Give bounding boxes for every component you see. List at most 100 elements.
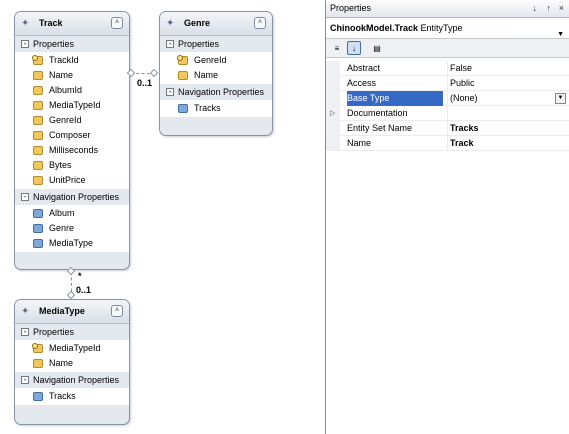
property-item[interactable]: Composer <box>15 128 129 143</box>
property-value[interactable]: False <box>447 61 569 76</box>
navigation-property-icon <box>33 392 43 401</box>
item-label: TrackId <box>49 55 79 65</box>
expand-icon[interactable]: ▷ <box>330 106 335 121</box>
item-label: Milliseconds <box>49 145 99 155</box>
chevron-down-icon[interactable]: ▼ <box>555 93 566 104</box>
mediatype-entity[interactable]: ✦ MediaType ˄ - Properties MediaTypeId Na… <box>14 299 130 425</box>
navigation-property-item[interactable]: Genre <box>15 221 129 236</box>
item-label: Tracks <box>49 391 76 401</box>
property-item[interactable]: MediaTypeId <box>15 98 129 113</box>
genre-entity[interactable]: ✦ Genre ˄ - Properties GenreId Name - Nav… <box>159 11 273 136</box>
mediatype-many-label: * <box>78 271 82 281</box>
key-property-icon <box>32 55 43 65</box>
navigation-property-item[interactable]: Tracks <box>15 389 129 404</box>
property-row[interactable]: Base Type (None) ▼ <box>326 91 569 106</box>
minus-icon[interactable]: - <box>21 193 29 201</box>
property-item[interactable]: TrackId <box>15 53 129 68</box>
property-row[interactable]: Name Track <box>326 136 569 151</box>
navigation-property-icon <box>33 224 43 233</box>
track-entity-title: Track <box>39 18 63 28</box>
genre-properties-header[interactable]: - Properties <box>160 36 272 52</box>
minus-icon[interactable]: - <box>21 40 29 48</box>
minus-icon[interactable]: - <box>166 88 174 96</box>
property-row[interactable]: Abstract False <box>326 61 569 76</box>
property-row[interactable]: ▷ Documentation <box>326 106 569 121</box>
property-icon <box>33 161 43 170</box>
property-item[interactable]: Name <box>15 356 129 371</box>
property-pages-icon[interactable]: ▤ <box>370 41 384 55</box>
genre-properties-list: GenreId Name <box>160 52 272 84</box>
navigation-property-icon <box>33 239 43 248</box>
mediatype-entity-header[interactable]: ✦ MediaType ˄ <box>15 300 129 324</box>
mediatype-entity-title: MediaType <box>39 306 85 316</box>
navigation-property-item[interactable]: Tracks <box>160 101 272 116</box>
property-icon <box>33 359 43 368</box>
navigation-property-item[interactable]: Album <box>15 206 129 221</box>
property-item[interactable]: GenreId <box>160 53 272 68</box>
property-grid: Abstract False Access Public Base Type (None)… <box>326 58 569 151</box>
track-entity[interactable]: ✦ Track ˄ - Properties TrackId Name AlbumI… <box>14 11 130 270</box>
minus-icon[interactable]: - <box>166 40 174 48</box>
minus-icon[interactable]: - <box>21 328 29 336</box>
property-value[interactable]: Track <box>447 136 569 151</box>
property-icon <box>33 146 43 155</box>
mediatype-navigation-header[interactable]: - Navigation Properties <box>15 372 129 388</box>
property-item[interactable]: Name <box>160 68 272 83</box>
item-label: Name <box>194 70 219 80</box>
row-gutter <box>326 61 340 76</box>
collapse-icon[interactable]: ˄ <box>254 17 266 29</box>
pin-icon[interactable]: ↑ <box>547 3 552 13</box>
close-icon[interactable]: × <box>559 3 564 13</box>
mediatype-properties-list: MediaTypeId Name <box>15 340 129 372</box>
property-value[interactable] <box>447 106 569 121</box>
row-gutter <box>326 76 340 91</box>
property-name: Access <box>347 78 377 88</box>
item-label: UnitPrice <box>49 175 86 185</box>
property-value[interactable]: (None) <box>447 91 569 106</box>
property-row[interactable]: Access Public <box>326 76 569 91</box>
object-selector[interactable]: ChinookModel.Track EntityType ▼ <box>326 18 569 39</box>
minus-icon[interactable]: - <box>21 376 29 384</box>
navigation-property-item[interactable]: MediaType <box>15 236 129 251</box>
item-label: AlbumId <box>49 85 83 95</box>
property-name: Entity Set Name <box>347 123 413 133</box>
genre-navigation-header[interactable]: - Navigation Properties <box>160 84 272 100</box>
track-entity-header[interactable]: ✦ Track ˄ <box>15 12 129 36</box>
property-value[interactable]: Tracks <box>447 121 569 136</box>
genre-entity-header[interactable]: ✦ Genre ˄ <box>160 12 272 36</box>
property-item[interactable]: Milliseconds <box>15 143 129 158</box>
item-label: Genre <box>49 223 75 233</box>
object-type: EntityType <box>420 23 463 33</box>
key-property-icon <box>32 343 43 353</box>
property-name: Base Type <box>347 91 443 106</box>
collapse-icon[interactable]: ˄ <box>111 17 123 29</box>
collapse-icon[interactable]: ˄ <box>111 305 123 317</box>
track-navigation-list: Album Genre MediaType <box>15 205 129 252</box>
property-icon <box>33 131 43 140</box>
properties-window: Properties ↓ ↑ × ChinookModel.Track Enti… <box>325 0 569 434</box>
track-navigation-header[interactable]: - Navigation Properties <box>15 189 129 205</box>
property-icon <box>33 71 43 80</box>
row-gutter <box>326 91 340 106</box>
mediatype-properties-header[interactable]: - Properties <box>15 324 129 340</box>
track-properties-header[interactable]: - Properties <box>15 36 129 52</box>
categorized-icon[interactable]: ≡ <box>330 41 344 55</box>
property-item[interactable]: Name <box>15 68 129 83</box>
property-item[interactable]: Bytes <box>15 158 129 173</box>
property-item[interactable]: GenreId <box>15 113 129 128</box>
association-end-marker <box>66 290 76 300</box>
property-item[interactable]: MediaTypeId <box>15 341 129 356</box>
property-item[interactable]: UnitPrice <box>15 173 129 188</box>
window-position-icon[interactable]: ↓ <box>533 3 538 13</box>
mediatype-multiplicity-label: 0..1 <box>76 285 92 295</box>
property-item[interactable]: AlbumId <box>15 83 129 98</box>
alphabetical-icon[interactable]: ↓ <box>347 41 361 55</box>
genre-navigation-list: Tracks <box>160 100 272 117</box>
property-value[interactable]: Public <box>447 76 569 91</box>
entity-icon: ✦ <box>21 306 30 317</box>
mediatype-navigation-list: Tracks <box>15 388 129 405</box>
property-name: Abstract <box>347 63 381 73</box>
property-row[interactable]: Entity Set Name Tracks <box>326 121 569 136</box>
association-end-marker <box>149 68 159 78</box>
track-properties-list: TrackId Name AlbumId MediaTypeId GenreId Comp… <box>15 52 129 189</box>
